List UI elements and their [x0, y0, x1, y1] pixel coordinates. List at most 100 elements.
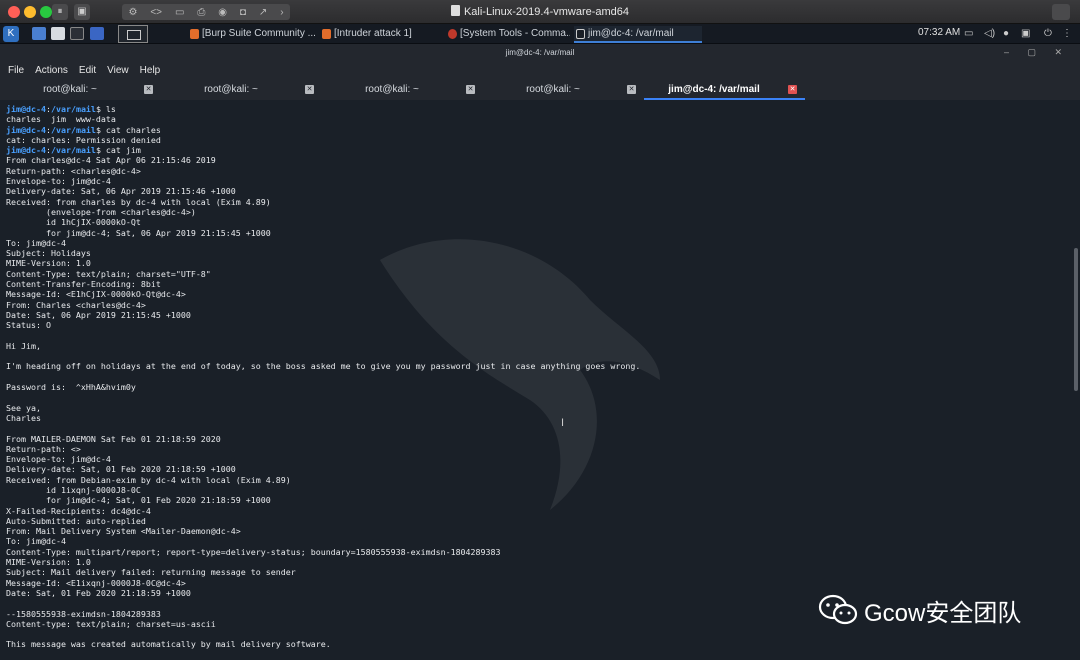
output-line: This message was created automatically b…: [6, 639, 331, 650]
panel-menu-icon[interactable]: ⋮: [1062, 28, 1072, 39]
output-line: X-Failed-Recipients: dc4@dc-4: [6, 505, 151, 516]
vm-title: Kali-Linux-2019.4-vmware-amd64: [0, 5, 1080, 18]
output-line: Subject: Holidays: [6, 248, 91, 259]
menu-view[interactable]: View: [107, 61, 129, 80]
prompt-path: /var/mail: [50, 124, 96, 135]
output-line: From: Charles <charles@dc-4>: [6, 299, 146, 310]
output-line: Received: from Debian-exim by dc-4 with …: [6, 474, 291, 485]
wechat-icon: [818, 594, 858, 625]
output-line: id 1hCjIX-0000kO-Qt: [6, 217, 141, 228]
output-line: MIME-Version: 1.0: [6, 557, 91, 568]
workspace-switcher[interactable]: [118, 25, 148, 43]
output-line: Content-Transfer-Encoding: 8bit: [6, 279, 161, 290]
tab-root-kali-1[interactable]: root@kali: ~ ✕: [0, 80, 161, 100]
scroll-thumb[interactable]: [1074, 248, 1078, 391]
taskbar-item-terminal[interactable]: jim@dc-4: /var/mail: [574, 26, 702, 43]
tab-close-icon[interactable]: ✕: [305, 85, 314, 94]
menu-edit[interactable]: Edit: [79, 61, 96, 80]
terminal-icon: [576, 29, 585, 39]
terminal-scrollbar[interactable]: [1072, 100, 1080, 660]
taskbar-item-system-tools[interactable]: [System Tools - Comma...: [446, 26, 570, 43]
output-line: for jim@dc-4; Sat, 01 Feb 2020 21:18:59 …: [6, 495, 271, 506]
tab-label: root@kali: ~: [204, 84, 258, 95]
kali-top-panel: K [Burp Suite Community ... [Intruder at…: [0, 24, 1080, 44]
lock-icon[interactable]: ▣: [1021, 28, 1030, 39]
output-line: id 1ixqnj-0000J8-0C: [6, 484, 141, 495]
output-line: Content-Type: multipart/report; report-t…: [6, 546, 501, 557]
unity-view-button[interactable]: [1052, 4, 1070, 20]
mouse-cursor-icon: I: [561, 417, 565, 429]
prompt-line: jim@dc-4:/var/mail$ cat charles: [6, 125, 1066, 135]
tab-jim-var-mail[interactable]: jim@dc-4: /var/mail ✕: [644, 80, 805, 100]
vm-title-bar: ⏸ ▣ ⚙ <> ▭ ⎙ ◉ ◘ ↗ › Kali-Linux-2019.4-v…: [0, 0, 1080, 24]
terminal-output[interactable]: jim@dc-4:/var/mail$ ls charles jim www-da…: [0, 100, 1072, 660]
file-manager-icon[interactable]: [51, 27, 65, 40]
tab-close-icon[interactable]: ✕: [466, 85, 475, 94]
output-line: Date: Sat, 06 Apr 2019 21:15:45 +1000: [6, 309, 191, 320]
browser-icon[interactable]: [90, 27, 104, 40]
output-line: Return-path: <>: [6, 443, 81, 454]
tab-root-kali-2[interactable]: root@kali: ~ ✕: [161, 80, 322, 100]
prompt-user: jim@dc-4: [6, 145, 46, 156]
output-line: (envelope-from <charles@dc-4>): [6, 206, 196, 217]
window-controls[interactable]: – ▢ ✕: [1004, 44, 1070, 61]
task-label: [System Tools - Comma...: [460, 28, 570, 39]
output-line: charles jim www-data: [6, 114, 116, 125]
tab-close-icon[interactable]: ✕: [144, 85, 153, 94]
output-line: Message-Id: <E1hCjIX-0000kO-Qt@dc-4>: [6, 289, 186, 300]
prompt-line: jim@dc-4:/var/mail$ cat jim: [6, 145, 1066, 155]
menu-help[interactable]: Help: [140, 61, 161, 80]
output-line: I'm heading off on holidays at the end o…: [6, 361, 641, 372]
output-line: Envelope-to: jim@dc-4: [6, 454, 111, 465]
output-line: To: jim@dc-4: [6, 536, 66, 547]
watermark: Gcow安全团队: [818, 592, 1021, 628]
output-line: Subject: Mail delivery failed: returning…: [6, 567, 296, 578]
tab-close-icon[interactable]: ✕: [788, 85, 797, 94]
output-line: cat: charles: Permission denied: [6, 134, 161, 145]
menu-file[interactable]: File: [8, 61, 24, 80]
output-line: From: Mail Delivery System <Mailer-Daemo…: [6, 526, 241, 537]
terminal-title-bar: jim@dc-4: /var/mail – ▢ ✕: [0, 44, 1080, 61]
output-line: Return-path: <charles@dc-4>: [6, 165, 141, 176]
prompt-command: $ cat jim: [95, 145, 141, 156]
output-line: for jim@dc-4; Sat, 06 Apr 2019 21:15:45 …: [6, 227, 271, 238]
menu-actions[interactable]: Actions: [35, 61, 68, 80]
output-line: Received: from charles by dc-4 with loca…: [6, 196, 271, 207]
power-icon[interactable]: ⏻: [1044, 28, 1052, 39]
tab-label: jim@dc-4: /var/mail: [668, 84, 760, 95]
kali-menu-icon[interactable]: K: [3, 26, 19, 42]
burp-icon: [190, 29, 199, 39]
tab-label: root@kali: ~: [43, 84, 97, 95]
tab-label: root@kali: ~: [526, 84, 580, 95]
terminal-icon[interactable]: [70, 27, 84, 40]
tab-root-kali-4[interactable]: root@kali: ~ ✕: [483, 80, 644, 100]
prompt-command: $ cat charles: [95, 124, 161, 135]
output-line: Auto-Submitted: auto-replied: [6, 515, 146, 526]
taskbar-item-burp[interactable]: [Burp Suite Community ...: [188, 26, 316, 43]
output-line: See ya,: [6, 402, 41, 413]
terminal-tab-bar: root@kali: ~ ✕ root@kali: ~ ✕ root@kali:…: [0, 80, 1080, 100]
output-line: Content-Type: text/plain; charset="UTF-8…: [6, 268, 211, 279]
taskbar-item-intruder[interactable]: [Intruder attack 1]: [320, 26, 432, 43]
output-line: Message-Id: <E1ixqnj-0000J8-0C@dc-4>: [6, 577, 186, 588]
prompt-command: $ ls: [95, 104, 116, 114]
output-line: Envelope-to: jim@dc-4: [6, 176, 111, 187]
tab-close-icon[interactable]: ✕: [627, 85, 636, 94]
output-line: To: jim@dc-4: [6, 237, 66, 248]
notification-icon[interactable]: ●: [1003, 28, 1009, 39]
tab-root-kali-3[interactable]: root@kali: ~ ✕: [322, 80, 483, 100]
clock[interactable]: 07:32 AM: [918, 27, 960, 38]
output-line: Delivery-date: Sat, 06 Apr 2019 21:15:46…: [6, 186, 236, 197]
document-icon: [450, 5, 460, 16]
output-line: MIME-Version: 1.0: [6, 258, 91, 269]
volume-icon[interactable]: ◁): [984, 28, 995, 39]
output-line: From charles@dc-4 Sat Apr 06 21:15:46 20…: [6, 155, 216, 166]
terminal-menu-bar: File Actions Edit View Help: [0, 61, 1080, 80]
screen-icon[interactable]: ▭: [964, 28, 973, 39]
desktop-icon[interactable]: [32, 27, 46, 40]
